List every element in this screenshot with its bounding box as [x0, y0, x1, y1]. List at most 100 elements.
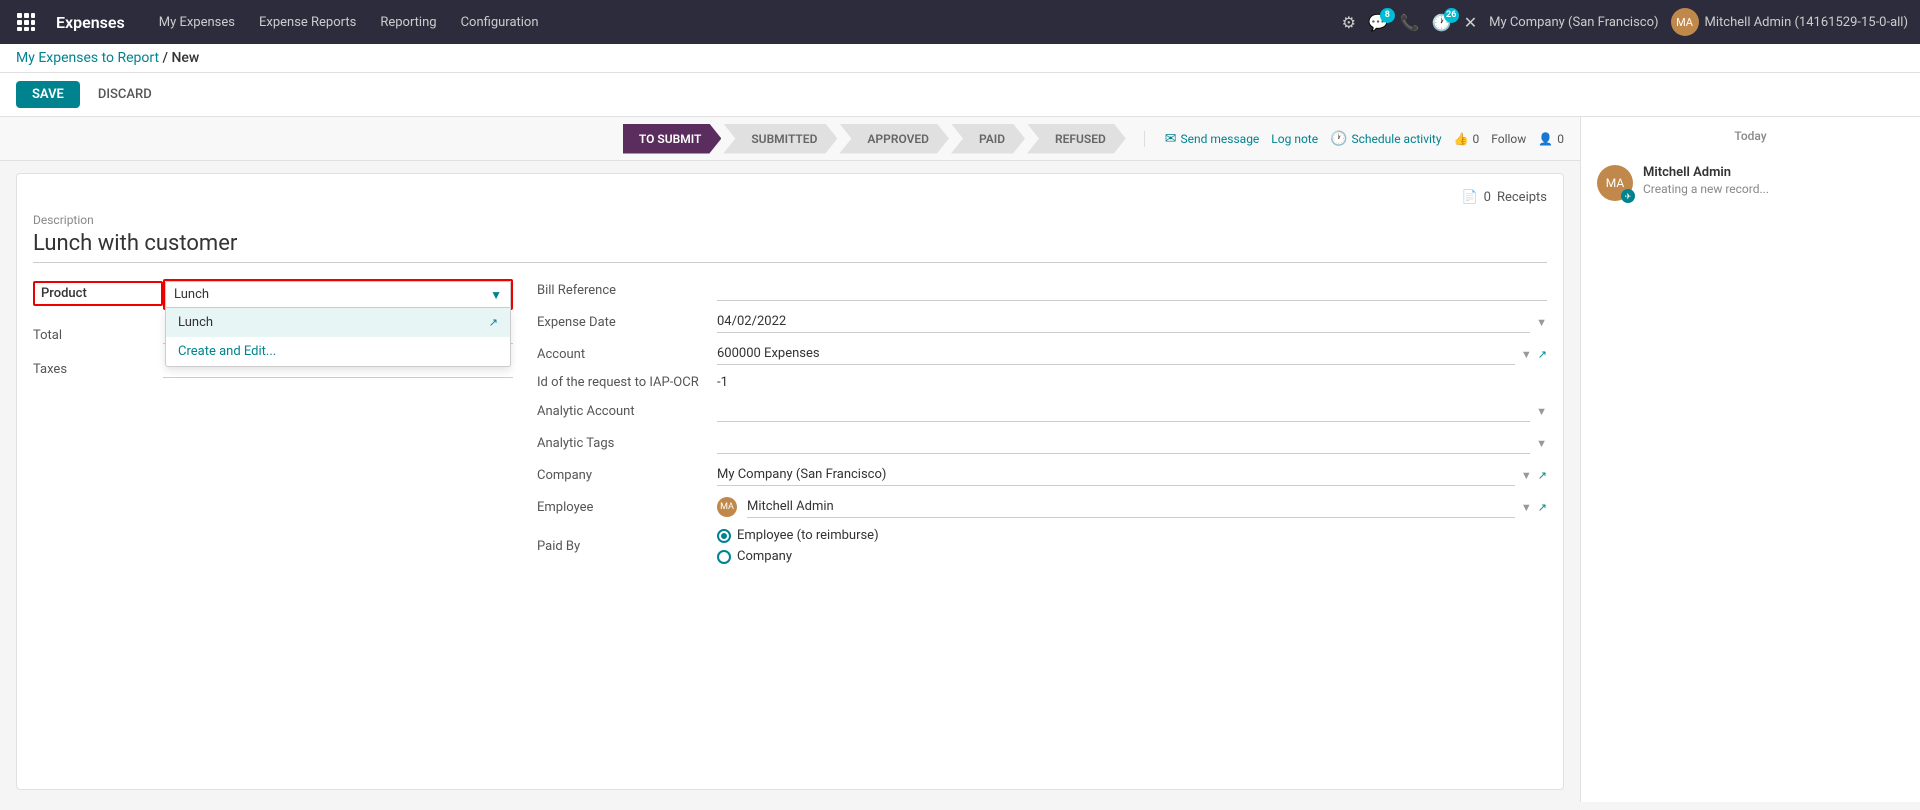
- analytic-tags-group: Analytic Tags ▼: [537, 432, 1547, 454]
- paid-by-radio-group: Employee (to reimburse) Company: [717, 528, 879, 564]
- dropdown-create-option[interactable]: Create and Edit...: [166, 337, 510, 366]
- iap-ocr-value: -1: [717, 375, 1547, 390]
- iap-ocr-group: Id of the request to IAP-OCR -1: [537, 375, 1547, 390]
- chatter-author-name: Mitchell Admin: [1643, 165, 1904, 180]
- account-label: Account: [537, 347, 717, 362]
- schedule-activity-button[interactable]: 🕐 Schedule activity: [1330, 131, 1441, 147]
- messages-icon[interactable]: 💬 8: [1368, 13, 1388, 32]
- paid-by-employee-radio[interactable]: [717, 529, 731, 543]
- company-label: Company: [537, 468, 717, 483]
- product-label: Product: [33, 281, 163, 306]
- status-step-approved[interactable]: APPROVED: [839, 124, 949, 154]
- dropdown-option-lunch[interactable]: Lunch ↗: [166, 308, 510, 337]
- form-row: Product Lunch ▼ Lunch: [33, 279, 1547, 574]
- status-step-submitted[interactable]: SUBMITTED: [723, 124, 837, 154]
- expense-date-wrap: 04/02/2022 ▼: [717, 311, 1547, 333]
- close-icon[interactable]: ✕: [1464, 13, 1477, 32]
- product-field-group: Product Lunch ▼ Lunch: [33, 279, 513, 310]
- top-navigation: Expenses My Expenses Expense Reports Rep…: [0, 0, 1920, 44]
- analytic-account-input[interactable]: [717, 400, 1530, 422]
- status-steps: TO SUBMIT SUBMITTED APPROVED PAID REFUSE…: [623, 124, 1128, 154]
- external-link-icon[interactable]: ↗: [489, 316, 498, 329]
- taxes-label: Taxes: [33, 356, 163, 377]
- description-value[interactable]: Lunch with customer: [33, 231, 1547, 263]
- discard-button[interactable]: DISCARD: [88, 81, 162, 108]
- bill-reference-group: Bill Reference: [537, 279, 1547, 301]
- paid-by-label: Paid By: [537, 539, 717, 554]
- breadcrumb-separator: /: [163, 50, 172, 66]
- employee-input[interactable]: Mitchell Admin: [747, 496, 1515, 518]
- employee-group: Employee MA Mitchell Admin ▼ ↗: [537, 496, 1547, 518]
- follow-button[interactable]: Follow: [1491, 132, 1526, 146]
- bill-reference-input[interactable]: [717, 279, 1547, 301]
- paid-by-employee-option[interactable]: Employee (to reimburse): [717, 528, 879, 543]
- menu-reporting[interactable]: Reporting: [370, 11, 446, 34]
- description-label: Description: [33, 213, 1547, 227]
- product-select-value: Lunch: [174, 287, 209, 302]
- main-layout: TO SUBMIT SUBMITTED APPROVED PAID REFUSE…: [0, 117, 1920, 802]
- menu-expense-reports[interactable]: Expense Reports: [249, 11, 366, 34]
- dropdown-arrow-icon: ▼: [490, 288, 502, 302]
- clock-schedule-icon: 🕐: [1330, 131, 1347, 147]
- bill-reference-value: [717, 279, 1547, 301]
- product-dropdown-container: Lunch ▼ Lunch ↗ Create and Edit...: [163, 279, 513, 310]
- chatter-message: MA ✈ Mitchell Admin Creating a new recor…: [1581, 155, 1920, 211]
- company-group: Company My Company (San Francisco) ▼ ↗: [537, 464, 1547, 486]
- company-name: My Company (San Francisco): [1489, 15, 1658, 30]
- employee-external-link-icon[interactable]: ↗: [1538, 501, 1547, 514]
- menu-configuration[interactable]: Configuration: [451, 11, 549, 34]
- analytic-tags-wrap: ▼: [717, 432, 1547, 454]
- settings-icon[interactable]: ⚙: [1342, 13, 1356, 32]
- log-note-button[interactable]: Log note: [1271, 132, 1318, 146]
- status-step-paid[interactable]: PAID: [951, 124, 1025, 154]
- save-button[interactable]: SAVE: [16, 81, 80, 108]
- product-dropdown-menu: Lunch ↗ Create and Edit...: [165, 308, 511, 367]
- user-info: MA Mitchell Admin (14161529-15-0-all): [1671, 8, 1908, 36]
- employee-wrap: MA Mitchell Admin ▼ ↗: [717, 496, 1547, 518]
- account-wrap: 600000 Expenses ▼ ↗: [717, 343, 1547, 365]
- clock-icon[interactable]: 🕐 26: [1432, 13, 1452, 32]
- paid-by-company-radio[interactable]: [717, 550, 731, 564]
- chatter-message-text: Creating a new record...: [1643, 182, 1904, 196]
- receipt-icon: 📄: [1461, 190, 1477, 205]
- paid-by-group: Paid By Employee (to reimburse) Company: [537, 528, 1547, 564]
- menu-my-expenses[interactable]: My Expenses: [149, 11, 245, 34]
- apps-menu-button[interactable]: [12, 8, 40, 36]
- product-select[interactable]: Lunch ▼: [165, 281, 511, 308]
- product-value: Lunch ▼ Lunch ↗ Create and Edit...: [163, 279, 513, 310]
- action-bar: SAVE DISCARD: [0, 73, 1920, 117]
- paid-by-company-option[interactable]: Company: [717, 549, 879, 564]
- thumbs-icon: 👍: [1454, 132, 1469, 146]
- company-input[interactable]: My Company (San Francisco): [717, 464, 1515, 486]
- receipts-button[interactable]: 📄 0 Receipts: [1461, 190, 1547, 205]
- employee-arrow: ▼: [1521, 501, 1532, 514]
- expense-date-input[interactable]: 04/02/2022: [717, 311, 1530, 333]
- app-title: Expenses: [56, 13, 125, 32]
- account-external-link-icon[interactable]: ↗: [1538, 348, 1547, 361]
- account-arrow: ▼: [1521, 348, 1532, 361]
- analytic-account-group: Analytic Account ▼: [537, 400, 1547, 422]
- account-input[interactable]: 600000 Expenses: [717, 343, 1515, 365]
- user-name: Mitchell Admin (14161529-15-0-all): [1705, 15, 1908, 30]
- chatter-today-label: Today: [1581, 117, 1920, 155]
- receipts-row: 📄 0 Receipts: [33, 190, 1547, 205]
- company-external-link-icon[interactable]: ↗: [1538, 469, 1547, 482]
- expense-date-group: Expense Date 04/02/2022 ▼: [537, 311, 1547, 333]
- send-message-button[interactable]: ✉ Send message: [1165, 131, 1260, 147]
- status-step-to-submit[interactable]: TO SUBMIT: [623, 124, 721, 154]
- analytic-tags-input[interactable]: [717, 432, 1530, 454]
- followers-button[interactable]: 👤 0: [1538, 132, 1564, 146]
- bill-reference-label: Bill Reference: [537, 283, 717, 298]
- employee-avatar: MA: [717, 497, 737, 517]
- form-area: TO SUBMIT SUBMITTED APPROVED PAID REFUSE…: [0, 117, 1580, 802]
- likes-button[interactable]: 👍 0: [1454, 132, 1480, 146]
- status-step-refused[interactable]: REFUSED: [1027, 124, 1126, 154]
- breadcrumb-parent[interactable]: My Expenses to Report: [16, 50, 159, 66]
- message-icon: ✉: [1165, 131, 1177, 147]
- employee-label: Employee: [537, 500, 717, 515]
- iap-ocr-label: Id of the request to IAP-OCR: [537, 375, 717, 390]
- form-left: Product Lunch ▼ Lunch: [33, 279, 513, 574]
- clock-badge: 26: [1444, 8, 1459, 23]
- user-avatar: MA: [1671, 8, 1699, 36]
- phone-icon[interactable]: 📞: [1400, 13, 1420, 32]
